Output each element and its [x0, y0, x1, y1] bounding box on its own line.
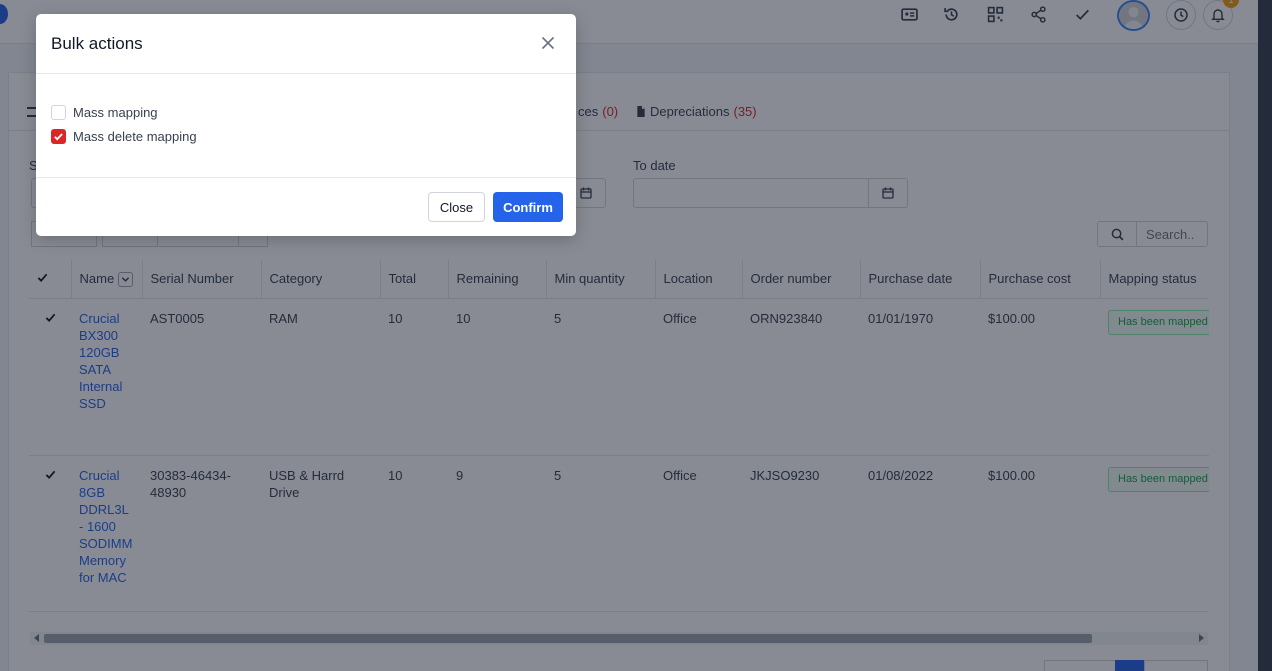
mass-mapping-checkbox[interactable]: [51, 105, 66, 120]
mass-mapping-label: Mass mapping: [73, 105, 158, 120]
modal-footer: Close Confirm: [36, 177, 576, 236]
modal-close-button[interactable]: [540, 35, 556, 51]
mass-delete-mapping-option[interactable]: Mass delete mapping: [51, 129, 197, 144]
mass-delete-mapping-label: Mass delete mapping: [73, 129, 197, 144]
close-button[interactable]: Close: [428, 192, 485, 222]
close-icon: [541, 36, 555, 50]
confirm-button[interactable]: Confirm: [493, 192, 563, 222]
modal-header: Bulk actions: [36, 14, 576, 74]
bulk-actions-modal: Bulk actions Mass mapping Mass delete ma…: [36, 14, 576, 236]
mass-mapping-option[interactable]: Mass mapping: [51, 105, 158, 120]
mass-delete-mapping-checkbox[interactable]: [51, 129, 66, 144]
checkmark-icon: [54, 133, 63, 141]
modal-title: Bulk actions: [51, 34, 143, 53]
